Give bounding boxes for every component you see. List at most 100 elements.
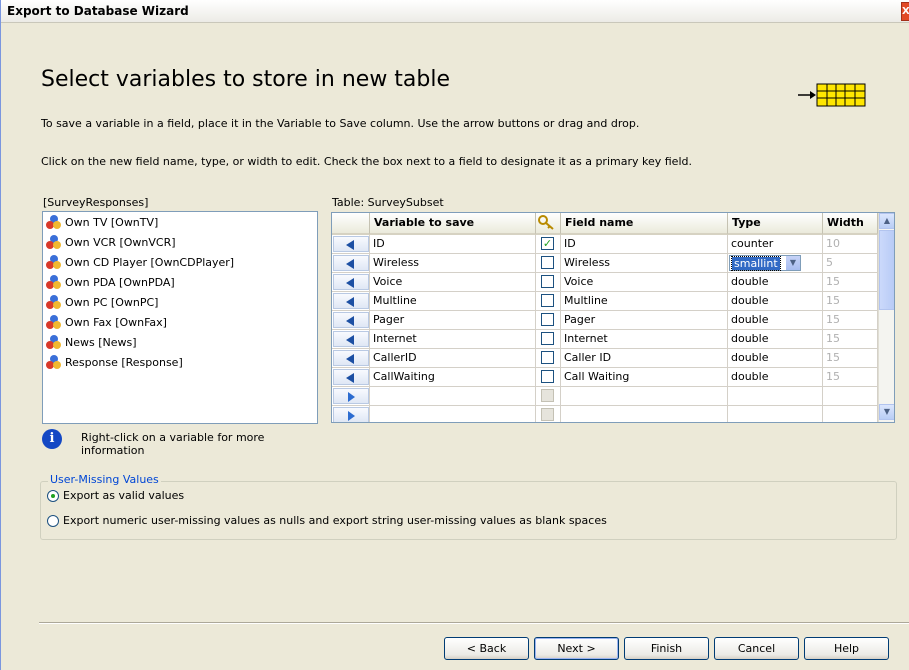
cancel-button[interactable]: Cancel: [714, 637, 799, 660]
variable-cell[interactable]: Multline: [370, 292, 536, 311]
variable-cell[interactable]: ID: [370, 235, 536, 254]
move-right-button[interactable]: [332, 387, 370, 406]
arrow-right-icon[interactable]: [333, 407, 369, 422]
radio-button[interactable]: [47, 489, 59, 502]
header-variable-to-save[interactable]: Variable to save: [370, 213, 536, 235]
primary-key-checkbox[interactable]: [541, 313, 554, 326]
type-cell[interactable]: double: [728, 368, 823, 387]
grid-vertical-scrollbar[interactable]: ▲ ▼: [878, 213, 894, 422]
primary-key-checkbox[interactable]: [541, 389, 554, 402]
scroll-up-icon[interactable]: ▲: [879, 213, 894, 229]
arrow-left-icon[interactable]: [333, 312, 369, 328]
primary-key-checkbox[interactable]: [541, 256, 554, 269]
variable-cell[interactable]: CallerID: [370, 349, 536, 368]
field-name-cell[interactable]: Call Waiting: [561, 368, 728, 387]
list-item[interactable]: Own TV [OwnTV]: [46, 213, 158, 231]
radio-export-valid[interactable]: Export as valid values: [47, 489, 184, 502]
width-cell[interactable]: 15: [823, 273, 878, 292]
type-cell[interactable]: [728, 406, 823, 422]
variable-cell[interactable]: Internet: [370, 330, 536, 349]
width-cell[interactable]: [823, 387, 878, 406]
move-left-button[interactable]: [332, 311, 370, 330]
close-icon[interactable]: X: [901, 2, 909, 21]
chevron-down-icon[interactable]: ▼: [786, 256, 800, 270]
header-width[interactable]: Width: [823, 213, 878, 235]
arrow-left-icon[interactable]: [333, 236, 369, 252]
move-left-button[interactable]: [332, 292, 370, 311]
width-cell[interactable]: 15: [823, 292, 878, 311]
arrow-left-icon[interactable]: [333, 293, 369, 309]
move-right-button[interactable]: [332, 406, 370, 422]
table-row[interactable]: [332, 387, 878, 406]
header-primary-key[interactable]: [536, 213, 561, 235]
table-row[interactable]: [332, 406, 878, 422]
table-row[interactable]: Voice Voice double 15: [332, 273, 878, 292]
width-cell[interactable]: 5: [823, 254, 878, 273]
arrow-left-icon[interactable]: [333, 255, 369, 271]
variable-cell[interactable]: [370, 406, 536, 422]
list-item[interactable]: Own CD Player [OwnCDPlayer]: [46, 253, 234, 271]
width-cell[interactable]: 15: [823, 330, 878, 349]
list-item[interactable]: Response [Response]: [46, 353, 183, 371]
table-row[interactable]: CallerID Caller ID double 15: [332, 349, 878, 368]
list-item[interactable]: News [News]: [46, 333, 137, 351]
width-cell[interactable]: 15: [823, 311, 878, 330]
type-dropdown[interactable]: smallint ▼: [729, 255, 801, 271]
arrow-right-icon[interactable]: [333, 388, 369, 404]
primary-key-checkbox[interactable]: [541, 351, 554, 364]
scrollbar-thumb[interactable]: [879, 230, 894, 310]
table-row[interactable]: Pager Pager double 15: [332, 311, 878, 330]
table-row[interactable]: Internet Internet double 15: [332, 330, 878, 349]
next-button[interactable]: Next >: [534, 637, 619, 660]
primary-key-cell[interactable]: [536, 254, 561, 273]
arrow-left-icon[interactable]: [333, 350, 369, 366]
back-button[interactable]: < Back: [444, 637, 529, 660]
width-cell[interactable]: 15: [823, 349, 878, 368]
variable-cell[interactable]: Pager: [370, 311, 536, 330]
arrow-left-icon[interactable]: [333, 369, 369, 385]
table-row[interactable]: Multline Multline double 15: [332, 292, 878, 311]
title-bar[interactable]: Export to Database Wizard X: [1, 0, 909, 23]
field-name-cell[interactable]: Caller ID: [561, 349, 728, 368]
radio-export-nulls[interactable]: Export numeric user-missing values as nu…: [47, 514, 607, 527]
list-item[interactable]: Own PC [OwnPC]: [46, 293, 158, 311]
list-item[interactable]: Own PDA [OwnPDA]: [46, 273, 175, 291]
move-left-button[interactable]: [332, 235, 370, 254]
variable-cell[interactable]: Voice: [370, 273, 536, 292]
finish-button[interactable]: Finish: [624, 637, 709, 660]
field-name-cell[interactable]: Multline: [561, 292, 728, 311]
field-name-cell[interactable]: Voice: [561, 273, 728, 292]
width-cell[interactable]: 10: [823, 235, 878, 254]
field-name-cell[interactable]: Wireless: [561, 254, 728, 273]
source-variable-list[interactable]: Own TV [OwnTV] Own VCR [OwnVCR] Own CD P…: [42, 211, 318, 424]
radio-button[interactable]: [47, 514, 59, 527]
list-item[interactable]: Own Fax [OwnFax]: [46, 313, 167, 331]
move-left-button[interactable]: [332, 368, 370, 387]
variable-cell[interactable]: Wireless: [370, 254, 536, 273]
type-cell[interactable]: double: [728, 330, 823, 349]
field-name-cell[interactable]: ID: [561, 235, 728, 254]
arrow-left-icon[interactable]: [333, 331, 369, 347]
table-row[interactable]: CallWaiting Call Waiting double 15: [332, 368, 878, 387]
variable-cell[interactable]: [370, 387, 536, 406]
type-cell[interactable]: [728, 387, 823, 406]
type-cell[interactable]: double: [728, 292, 823, 311]
field-grid[interactable]: Variable to save Field name Type Width I…: [331, 212, 895, 423]
move-left-button[interactable]: [332, 330, 370, 349]
table-row[interactable]: Wireless Wireless smallint ▼ 5: [332, 254, 878, 273]
primary-key-checkbox[interactable]: ✓: [541, 237, 554, 250]
primary-key-cell[interactable]: [536, 311, 561, 330]
type-cell[interactable]: smallint ▼: [728, 254, 823, 273]
header-field-name[interactable]: Field name: [561, 213, 728, 235]
list-item[interactable]: Own VCR [OwnVCR]: [46, 233, 176, 251]
primary-key-cell[interactable]: [536, 330, 561, 349]
type-cell[interactable]: double: [728, 273, 823, 292]
move-left-button[interactable]: [332, 349, 370, 368]
type-cell[interactable]: counter: [728, 235, 823, 254]
scroll-down-icon[interactable]: ▼: [879, 404, 894, 420]
width-cell[interactable]: [823, 406, 878, 422]
primary-key-checkbox[interactable]: [541, 370, 554, 383]
type-cell[interactable]: double: [728, 349, 823, 368]
primary-key-cell[interactable]: [536, 387, 561, 406]
primary-key-cell[interactable]: [536, 368, 561, 387]
